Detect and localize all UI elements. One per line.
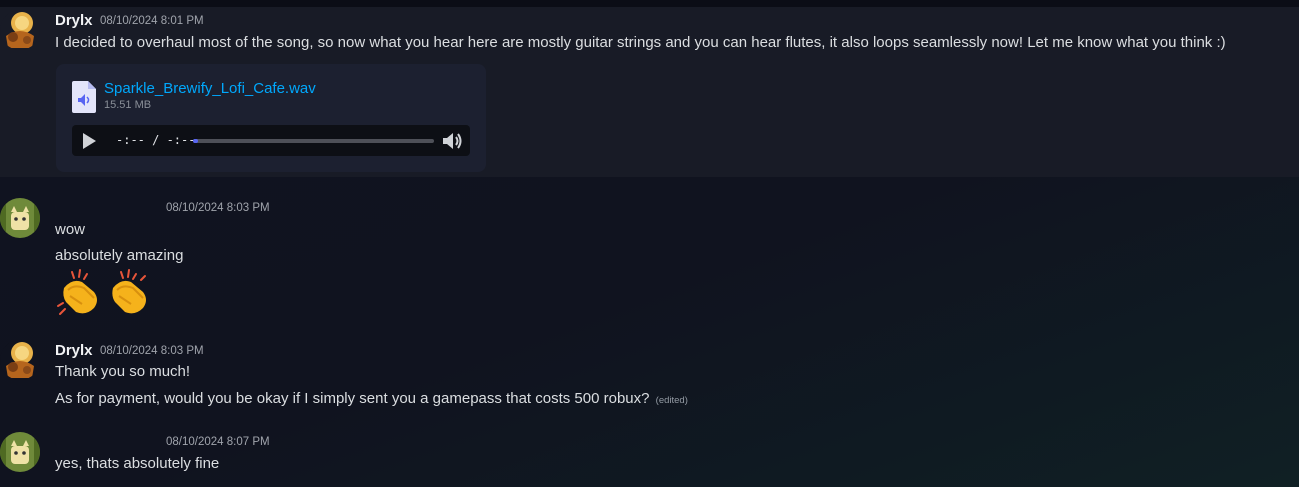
top-strip <box>0 0 1299 7</box>
message-2: 08/10/2024 8:03 PM wow absolutely amazin… <box>0 195 1299 325</box>
message-text-line: As for payment, would you be okay if I s… <box>55 390 688 407</box>
attachment-filename-link[interactable]: Sparkle_Brewify_Lofi_Cafe.wav <box>104 80 316 97</box>
author-name[interactable]: Drylx <box>55 342 93 359</box>
message-timestamp: 08/10/2024 8:01 PM <box>100 15 204 27</box>
message-timestamp: 08/10/2024 8:03 PM <box>100 345 204 357</box>
volume-icon[interactable] <box>442 131 464 156</box>
clapping-hands-emoji[interactable] <box>103 268 151 321</box>
message-text: Thank you so much! <box>55 363 191 380</box>
message-4: 08/10/2024 8:07 PM yes, thats absolutely… <box>0 429 1299 487</box>
drylx-avatar-icon <box>0 10 40 50</box>
audio-attachment: Sparkle_Brewify_Lofi_Cafe.wav 15.51 MB -… <box>56 64 486 172</box>
clapping-hands-emoji[interactable] <box>54 268 102 321</box>
playback-progress <box>193 139 198 143</box>
avatar-drylx[interactable] <box>0 340 40 380</box>
attachment-size: 15.51 MB <box>104 99 152 111</box>
play-icon[interactable] <box>80 132 98 155</box>
user2-avatar-icon <box>0 198 40 238</box>
user2-avatar-icon <box>0 432 40 472</box>
audio-player: -:-- / -:-- <box>72 125 470 156</box>
message-text: I decided to overhaul most of the song, … <box>55 34 1226 51</box>
message-1: Drylx 08/10/2024 8:01 PM I decided to ov… <box>0 7 1299 177</box>
playback-scrubber[interactable] <box>193 139 434 143</box>
drylx-avatar-icon <box>0 340 40 380</box>
avatar-drylx[interactable] <box>0 10 40 50</box>
edited-label: (edited) <box>655 395 688 406</box>
message-text: wow <box>55 221 86 238</box>
message-timestamp: 08/10/2024 8:07 PM <box>166 436 270 448</box>
audio-file-icon <box>72 81 96 118</box>
avatar-user2[interactable] <box>0 432 40 472</box>
avatar-user2[interactable] <box>0 198 40 238</box>
author-name[interactable]: Drylx <box>55 12 93 29</box>
message-text: absolutely amazing <box>55 247 184 264</box>
message-3: Drylx 08/10/2024 8:03 PM Thank you so mu… <box>0 337 1299 417</box>
message-timestamp: 08/10/2024 8:03 PM <box>166 202 270 214</box>
playback-time: -:-- / -:-- <box>116 133 196 147</box>
message-text: yes, thats absolutely fine <box>55 455 220 472</box>
message-text: As for payment, would you be okay if I s… <box>55 390 650 407</box>
